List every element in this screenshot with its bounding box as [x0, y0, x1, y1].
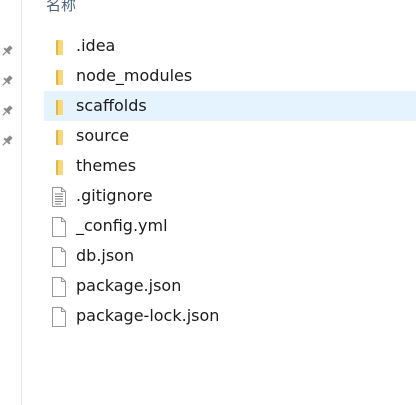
list-item[interactable]: _config.yml [44, 211, 416, 241]
pin-icon[interactable] [0, 44, 14, 58]
file-name: db.json [76, 246, 135, 265]
file-name: node_modules [76, 66, 193, 85]
file-icon [50, 217, 68, 237]
file-icon [50, 277, 68, 297]
navigation-pane [0, 0, 22, 405]
list-item[interactable]: .gitignore [44, 181, 416, 211]
file-name: .gitignore [76, 186, 153, 205]
file-name: scaffolds [76, 96, 147, 115]
list-item[interactable]: .idea [44, 31, 416, 61]
folder-icon [50, 67, 68, 87]
file-name: package.json [76, 276, 182, 295]
list-item[interactable]: source [44, 121, 416, 151]
pin-icon[interactable] [0, 104, 14, 118]
file-name: source [76, 126, 130, 145]
pin-icon[interactable] [0, 74, 14, 88]
file-name: _config.yml [76, 216, 168, 235]
list-item[interactable]: package.json [44, 271, 416, 301]
list-item[interactable]: package-lock.json [44, 301, 416, 331]
folder-icon [50, 127, 68, 147]
pin-icon[interactable] [0, 134, 14, 148]
file-list: .idea node_modules scaffolds source them… [44, 31, 416, 331]
text-file-icon [50, 187, 68, 207]
list-item[interactable]: node_modules [44, 61, 416, 91]
file-name: package-lock.json [76, 306, 220, 325]
list-item[interactable]: db.json [44, 241, 416, 271]
file-name: themes [76, 156, 137, 175]
name-column-header[interactable]: 名称 [46, 0, 76, 15]
file-icon [50, 247, 68, 267]
list-item[interactable]: themes [44, 151, 416, 181]
file-name: .idea [76, 36, 116, 55]
folder-icon [50, 157, 68, 177]
list-item-selected[interactable]: scaffolds [44, 91, 416, 121]
folder-icon [50, 37, 68, 57]
folder-icon [50, 97, 68, 117]
file-icon [50, 307, 68, 327]
